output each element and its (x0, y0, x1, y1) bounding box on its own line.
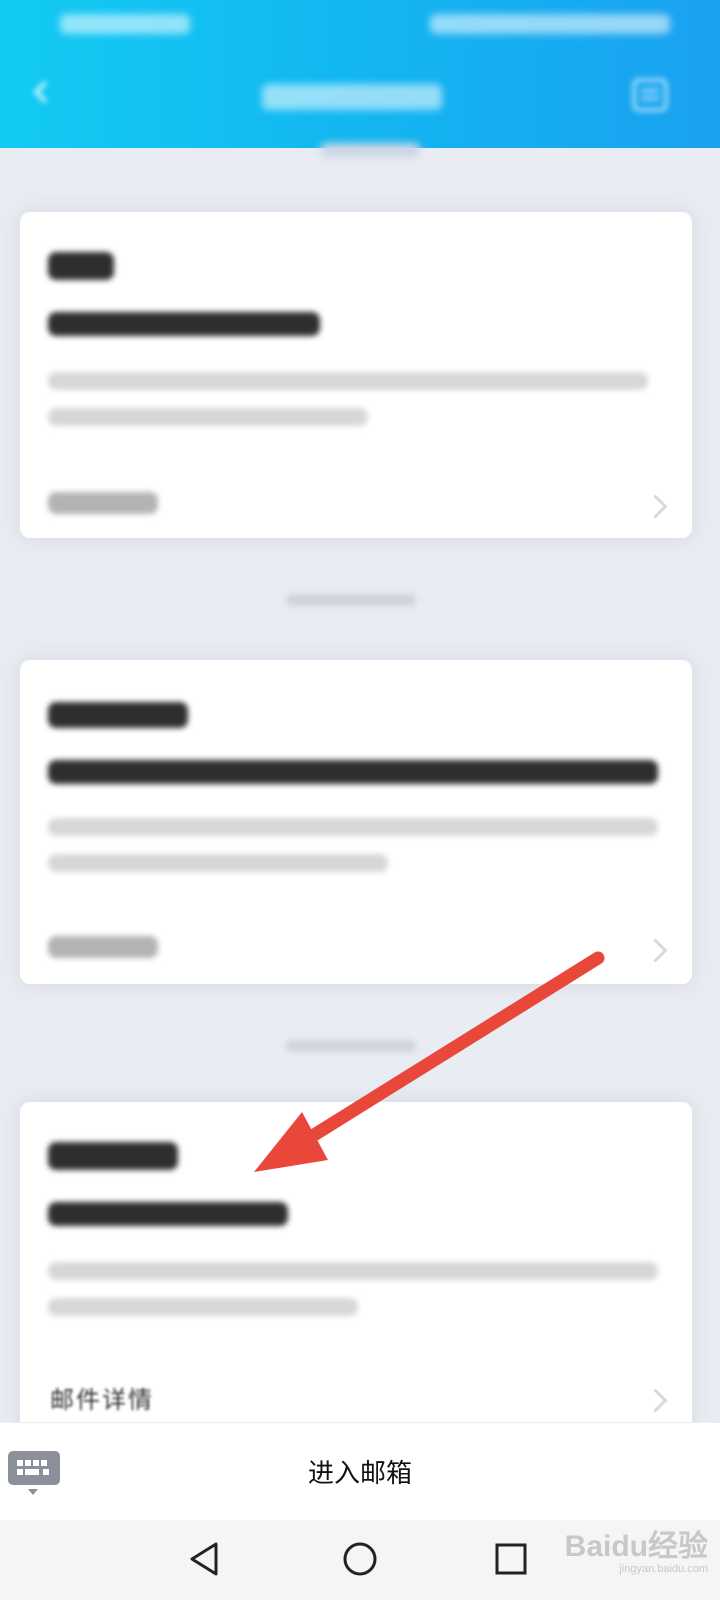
square-recent-icon[interactable] (486, 1534, 536, 1584)
watermark-brand: Baidu经验 (564, 1530, 708, 1563)
enter-mailbox-button[interactable]: 进入邮箱 (0, 1453, 720, 1490)
baidu-watermark: Baidu经验 jingyan.baidu.com (565, 1532, 708, 1575)
triangle-back-icon[interactable] (180, 1534, 230, 1584)
circle-home-icon[interactable] (335, 1534, 385, 1584)
bottom-action-bar: 进入邮箱 (0, 1422, 720, 1521)
watermark-url: jingyan.baidu.com (619, 1563, 708, 1575)
annotation-arrow (254, 951, 605, 1172)
